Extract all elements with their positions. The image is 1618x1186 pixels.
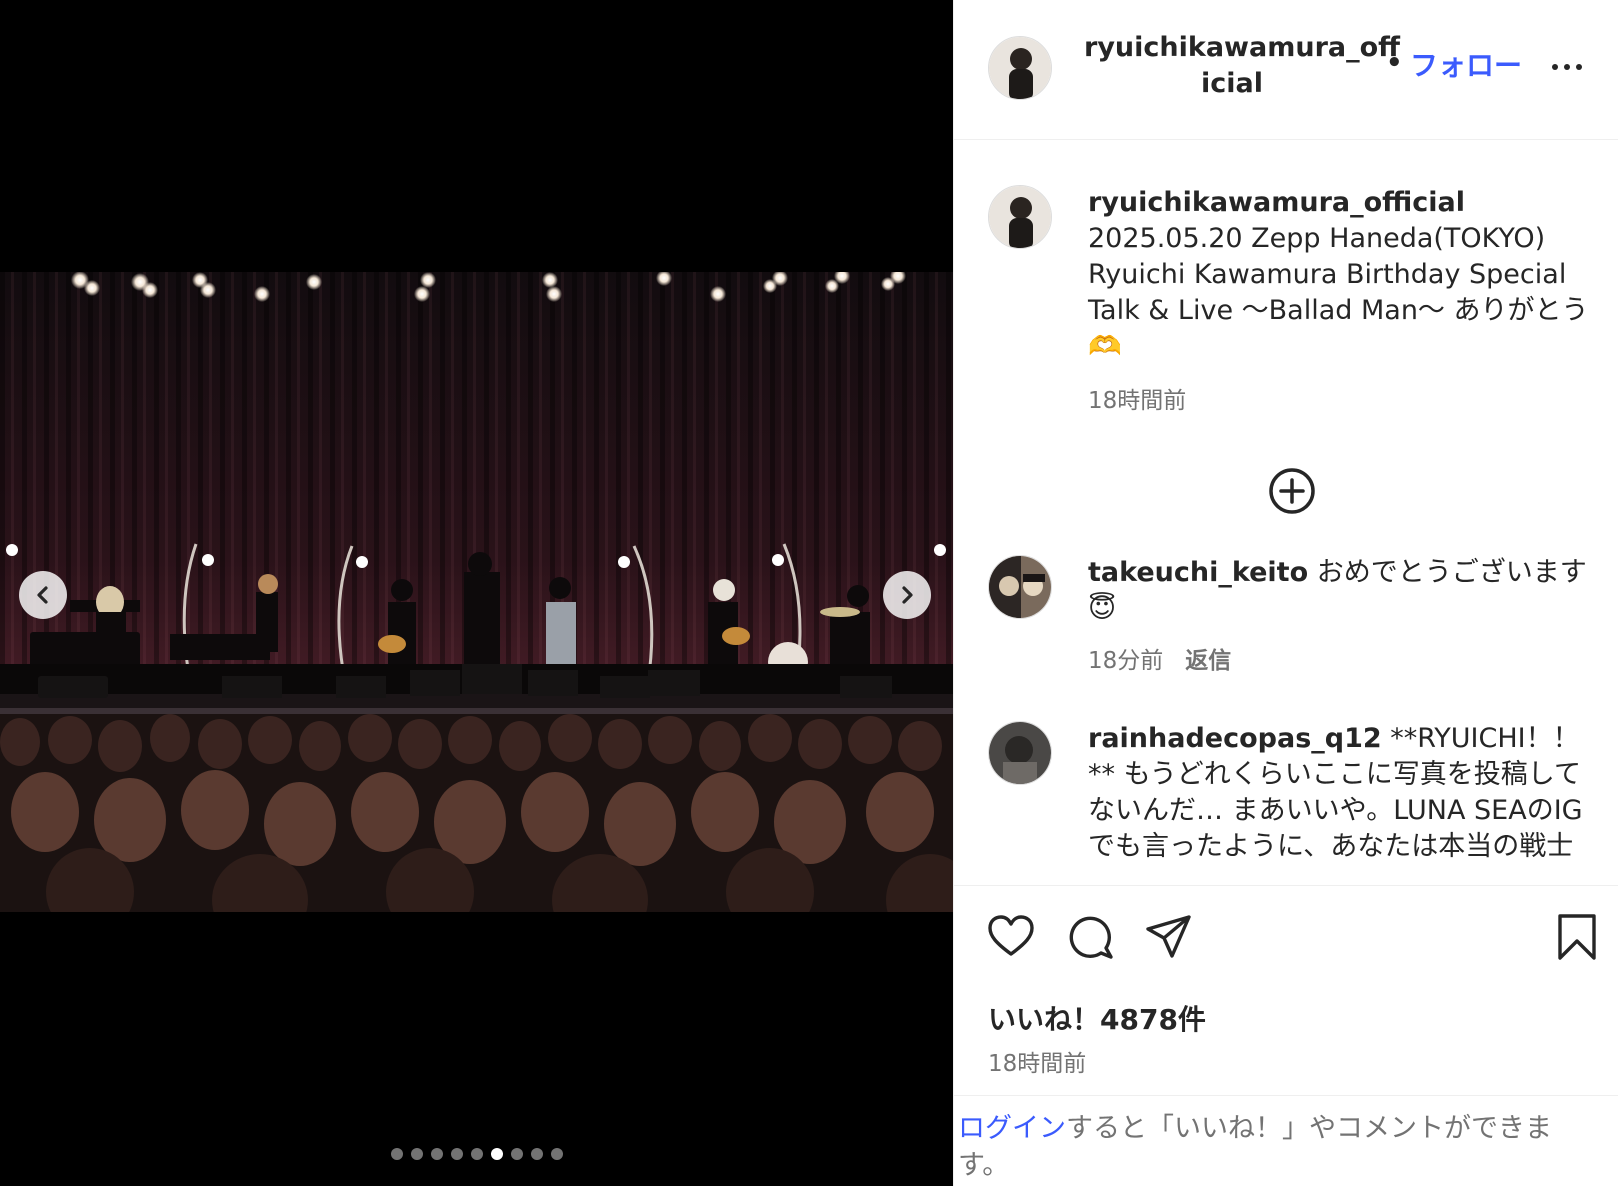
avatar[interactable] — [988, 721, 1052, 785]
chevron-right-icon — [902, 586, 913, 604]
avatar[interactable] — [988, 36, 1052, 100]
comment-icon[interactable] — [1065, 912, 1115, 962]
share-icon[interactable] — [1144, 912, 1194, 962]
more-icon[interactable] — [1552, 64, 1582, 70]
header-username[interactable]: ryuichikawamura_off icial — [1084, 30, 1400, 102]
post-timestamp: 18時間前 — [988, 1051, 1087, 1077]
like-count[interactable]: いいね！4878件 — [988, 998, 1206, 1038]
post-header: ryuichikawamura_off icial • フォロー — [954, 0, 1618, 140]
post-sidebar: ryuichikawamura_off icial • フォロー ryuichi… — [953, 0, 1618, 1186]
caption-username[interactable]: ryuichikawamura_official — [1088, 187, 1465, 218]
carousel-prev-button[interactable] — [19, 571, 67, 619]
chevron-left-icon — [37, 586, 48, 604]
heart-icon[interactable] — [986, 912, 1036, 962]
avatar[interactable] — [988, 555, 1052, 619]
bookmark-icon[interactable] — [1552, 912, 1602, 962]
avatar[interactable] — [988, 185, 1052, 249]
separator-dot: • — [1386, 48, 1403, 78]
post-photo — [0, 272, 953, 912]
comment-username[interactable]: takeuchi_keito — [1088, 557, 1308, 588]
post-actions: いいね！4878件 18時間前 — [954, 885, 1618, 1095]
comment-time: 18分前 — [1088, 648, 1164, 674]
follow-button[interactable]: フォロー — [1410, 44, 1522, 84]
add-circle-icon[interactable] — [1267, 466, 1317, 516]
caption-text: 2025.05.20 Zepp Haneda(TOKYO) Ryuichi Ka… — [1088, 223, 1589, 362]
post-media — [0, 0, 953, 1186]
comment-username[interactable]: rainhadecopas_q12 — [1088, 723, 1382, 754]
reply-button[interactable]: 返信 — [1185, 648, 1231, 674]
carousel-dot — [530, 1148, 543, 1160]
carousel-dot — [470, 1148, 483, 1160]
carousel-dot — [450, 1148, 463, 1160]
carousel-dot — [550, 1148, 563, 1160]
carousel-dot — [490, 1148, 503, 1160]
carousel-indicator — [0, 1148, 953, 1160]
carousel-dot — [430, 1148, 443, 1160]
comments-section: ryuichikawamura_official 2025.05.20 Zepp… — [954, 141, 1618, 885]
carousel-dot — [510, 1148, 523, 1160]
login-link[interactable]: ログイン — [958, 1113, 1066, 1144]
carousel-dot — [410, 1148, 423, 1160]
caption-time: 18時間前 — [1088, 388, 1187, 414]
carousel-next-button[interactable] — [883, 571, 931, 619]
login-prompt: ログインすると「いいね！」やコメントができます。 — [954, 1095, 1618, 1186]
carousel-dot — [390, 1148, 403, 1160]
